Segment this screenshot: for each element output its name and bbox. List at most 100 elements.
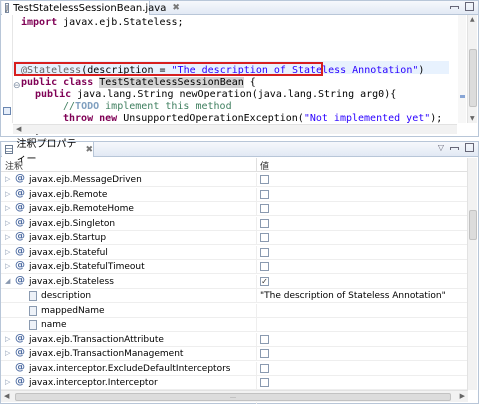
annotation-name: javax.ejb.TransactionAttribute <box>29 335 164 345</box>
properties-vertical-scrollbar[interactable] <box>467 158 477 390</box>
minimize-icon[interactable] <box>450 147 459 150</box>
annotation-icon: @ <box>15 333 25 344</box>
annotation-row[interactable]: ▷ @ javax.ejb.RemoteHome <box>1 202 468 216</box>
annotation-name: javax.interceptor.ExcludeDefaultIntercep… <box>29 364 231 374</box>
annotation-row[interactable]: ▷ @ javax.ejb.Remote <box>1 188 468 202</box>
editor-vertical-scrollbar[interactable]: ▲ ▼ <box>467 15 477 123</box>
fold-collapse-icon[interactable]: ⊖ <box>13 81 21 91</box>
checkbox[interactable] <box>260 204 269 213</box>
cell-separator <box>256 188 257 202</box>
class-name: TestStatelessSessionBean <box>99 77 244 88</box>
scroll-left-icon[interactable]: ◀ <box>4 392 9 400</box>
tab-annotation-properties[interactable]: 注釈プロパティー ✖ <box>2 139 94 165</box>
annotation-name: javax.ejb.Stateful <box>29 248 108 258</box>
close-icon[interactable]: ✖ <box>85 145 93 155</box>
import-target: javax.ejb.Stateless; <box>57 17 184 28</box>
expand-arrow-icon[interactable]: ▷ <box>5 233 10 241</box>
annotation-icon: @ <box>15 260 25 271</box>
expand-arrow-icon[interactable]: ▷ <box>5 262 10 270</box>
checkbox[interactable] <box>260 233 269 242</box>
keyword: public class <box>21 77 100 88</box>
annotation-properties-view: 注釈プロパティー ✖ ▽ 注釈 値 ▷ @ javax.ejb.MessageDri… <box>0 139 479 404</box>
annotation-name: javax.ejb.Singleton <box>29 219 116 229</box>
checkbox-checked[interactable]: ✓ <box>260 277 269 286</box>
code-line-method: public java.lang.String newOperation(jav… <box>35 89 396 101</box>
close-icon[interactable]: ✖ <box>172 3 180 13</box>
annotation-row[interactable]: ▷ @ javax.ejb.Startup <box>1 231 468 245</box>
annotation-row[interactable]: ▷ @ javax.ejb.StatefulTimeout <box>1 260 468 274</box>
scroll-right-icon[interactable]: ▶ <box>460 392 465 400</box>
checkbox[interactable] <box>260 262 269 271</box>
statement-end: ); <box>430 113 443 124</box>
expand-arrow-icon[interactable]: ▷ <box>5 335 10 343</box>
scroll-thumb[interactable]: … <box>15 393 451 401</box>
scroll-thumb[interactable] <box>469 49 477 107</box>
column-separator[interactable] <box>256 158 257 172</box>
checkbox[interactable] <box>260 175 269 184</box>
member-name: name <box>41 320 67 330</box>
annotation-row[interactable]: ▷ @ javax.ejb.Singleton <box>1 217 468 231</box>
annotation-member-row[interactable]: mappedName <box>1 304 468 318</box>
annotation-row[interactable]: ◢ @ javax.ejb.Stateless ✓ <box>1 275 468 289</box>
expand-arrow-icon[interactable]: ▷ <box>5 175 10 183</box>
checkbox[interactable] <box>260 335 269 344</box>
checkbox[interactable] <box>260 190 269 199</box>
comment: implement this method <box>99 101 232 112</box>
java-file-icon: J <box>5 3 10 13</box>
expand-arrow-icon[interactable]: ▷ <box>5 219 10 227</box>
annotation-row[interactable]: ▷ @ javax.ejb.Stateful <box>1 246 468 260</box>
annotation-member-row[interactable]: name <box>1 318 468 332</box>
member-value[interactable]: "The description of Stateless Annotation… <box>260 291 446 301</box>
expand-arrow-icon[interactable]: ▷ <box>5 190 10 198</box>
annotation-icon: @ <box>15 231 25 242</box>
exception-call: UnsupportedOperationException( <box>117 113 304 124</box>
expand-arrow-icon[interactable]: ▷ <box>5 204 10 212</box>
scroll-up-icon[interactable]: ▲ <box>470 16 475 23</box>
editor-gutter[interactable] <box>1 15 13 123</box>
editor-tab-teststatelesssessionbean[interactable]: J TestStatelessSessionBean.java ✖ <box>2 1 180 15</box>
annotation-row[interactable]: @ javax.interceptor.ExcludeDefaultInterce… <box>1 362 468 376</box>
expand-arrow-icon[interactable]: ▷ <box>5 349 10 357</box>
annotation-row[interactable]: ▷ @ javax.ejb.MessageDriven <box>1 173 468 187</box>
minimize-icon[interactable] <box>450 6 459 9</box>
properties-horizontal-scrollbar[interactable]: ◀ … ▶ <box>1 390 468 402</box>
scroll-down-icon[interactable]: ▼ <box>470 115 475 122</box>
annotation-row[interactable]: ▷ @ javax.ejb.TransactionAttribute <box>1 333 468 347</box>
collapse-arrow-icon[interactable]: ◢ <box>5 277 10 285</box>
cell-separator <box>256 260 257 274</box>
maximize-icon[interactable] <box>465 143 474 152</box>
member-name: description <box>41 291 92 301</box>
checkbox[interactable] <box>260 248 269 257</box>
annotation-icon: @ <box>15 376 25 387</box>
checkbox[interactable] <box>260 364 269 373</box>
checkbox[interactable] <box>260 349 269 358</box>
annotation-name: javax.ejb.MessageDriven <box>29 175 142 185</box>
editor-window-controls <box>450 2 474 11</box>
view-menu-icon[interactable]: ▽ <box>438 143 444 152</box>
brace: { <box>243 77 256 88</box>
scroll-left-icon[interactable]: ◀ <box>16 125 21 133</box>
checkbox[interactable] <box>260 219 269 228</box>
annotation-row[interactable]: ▷ @ javax.ejb.TransactionManagement <box>1 347 468 361</box>
scroll-thumb[interactable] <box>469 210 477 240</box>
expand-arrow-icon[interactable]: ▷ <box>5 378 10 386</box>
maximize-icon[interactable] <box>465 2 474 11</box>
column-header-value[interactable]: 値 <box>260 159 269 172</box>
annotation-name: javax.ejb.Startup <box>29 233 107 243</box>
cell-separator <box>256 304 257 318</box>
expand-arrow-icon[interactable]: ▷ <box>5 248 10 256</box>
task-marker-icon[interactable] <box>3 107 11 115</box>
editor-horizontal-scrollbar[interactable]: ◀ <box>13 124 457 134</box>
ruler-marker[interactable] <box>460 95 465 98</box>
cell-separator <box>256 333 257 347</box>
annotation-icon: @ <box>15 217 25 228</box>
annotation-row[interactable]: ▷ @ javax.interceptor.Interceptor <box>1 376 468 390</box>
keyword: import <box>21 17 58 28</box>
annotation-member-row[interactable]: description "The description of Stateless… <box>1 289 468 303</box>
properties-table-header: 注釈 値 <box>1 158 468 172</box>
overview-ruler[interactable] <box>458 15 466 123</box>
comment: // <box>63 101 76 112</box>
checkbox[interactable] <box>260 378 269 387</box>
column-header-annotation[interactable]: 注釈 <box>5 159 23 172</box>
annotation-icon: @ <box>15 202 25 213</box>
